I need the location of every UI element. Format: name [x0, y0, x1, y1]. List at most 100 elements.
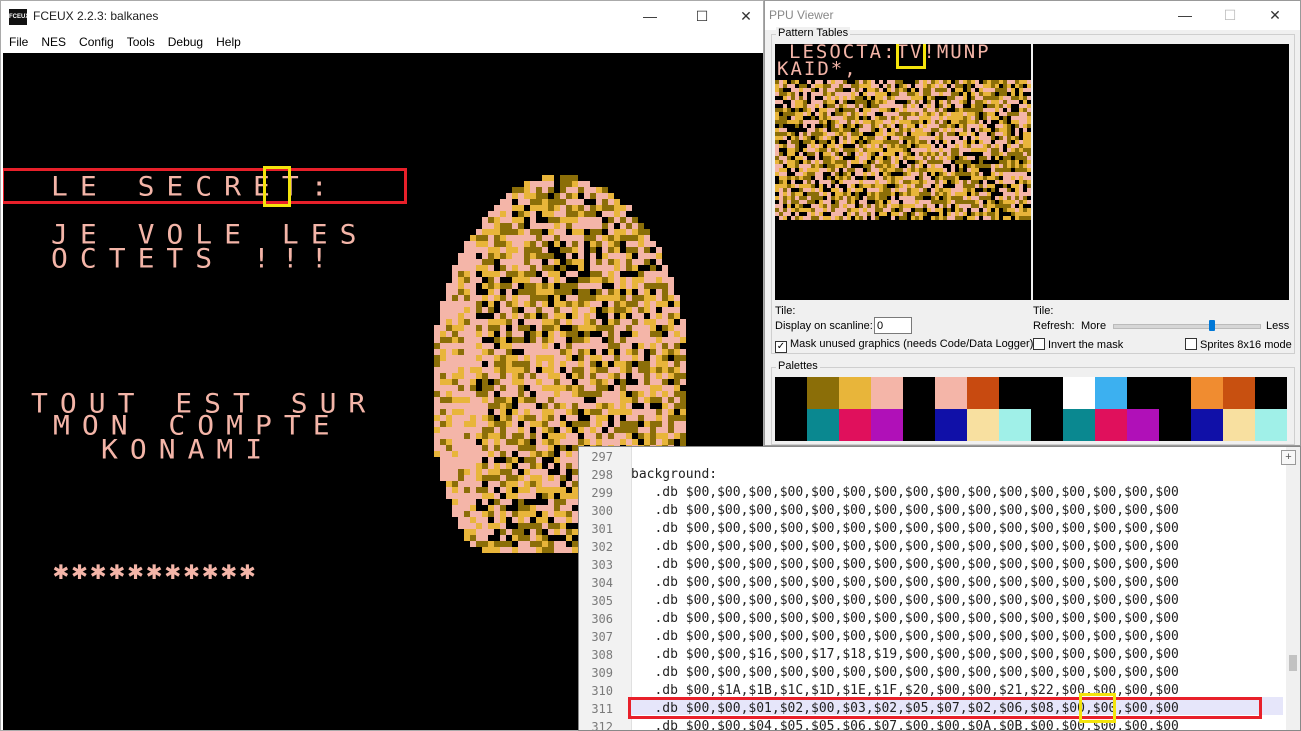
palette-swatch[interactable]	[839, 377, 871, 409]
line-number: 304	[591, 576, 613, 590]
refresh-slider-track[interactable]	[1113, 324, 1261, 329]
fceux-window-title: FCEUX 2.2.3: balkanes	[33, 9, 159, 23]
code-line[interactable]: .db $00,$00,$00,$00,$00,$00,$00,$00,$00,…	[631, 484, 1178, 502]
ppu-close-button[interactable]: ✕	[1252, 1, 1298, 30]
line-number: 300	[591, 504, 613, 518]
palette-swatch[interactable]	[1095, 409, 1127, 441]
palette-swatch[interactable]	[1031, 377, 1063, 409]
ppu-viewer-window: PPU Viewer — ☐ ✕ Pattern Tables LESOCTA:…	[764, 0, 1301, 446]
palette-swatch[interactable]	[903, 377, 935, 409]
palette-swatch[interactable]	[1063, 377, 1095, 409]
refresh-more-label: More	[1081, 320, 1107, 332]
menu-tools[interactable]: Tools	[122, 32, 160, 53]
palette-swatch[interactable]	[967, 377, 999, 409]
code-line[interactable]: .db $00,$00,$00,$00,$00,$00,$00,$00,$00,…	[631, 628, 1178, 646]
code-area[interactable]: background: .db $00,$00,$00,$00,$00,$00,…	[631, 447, 1286, 730]
palette-swatch[interactable]	[807, 409, 839, 441]
ppu-maximize-button[interactable]: ☐	[1207, 1, 1253, 30]
menu-debug[interactable]: Debug	[163, 32, 208, 53]
maximize-button[interactable]: ☐	[679, 1, 725, 32]
ppu-titlebar[interactable]: PPU Viewer — ☐ ✕	[765, 1, 1300, 30]
line-number: 311	[591, 702, 613, 716]
code-line[interactable]: .db $00,$00,$00,$00,$00,$00,$00,$00,$00,…	[631, 592, 1178, 610]
palette-swatch[interactable]	[1191, 377, 1223, 409]
code-line[interactable]: .db $00,$00,$00,$00,$00,$00,$00,$00,$00,…	[631, 538, 1178, 556]
palette-swatch[interactable]	[1191, 409, 1223, 441]
ppu-minimize-button[interactable]: —	[1162, 1, 1208, 30]
line-number: 308	[591, 648, 613, 662]
palette-swatch[interactable]	[935, 409, 967, 441]
menu-config[interactable]: Config	[74, 32, 119, 53]
expand-plus-button[interactable]: +	[1281, 450, 1296, 465]
palette-swatch[interactable]	[839, 409, 871, 441]
pattern-yellow-highlight-box	[896, 44, 926, 69]
pattern-table-0[interactable]: LESOCTA:TV!MUNP KAID*,	[775, 44, 1031, 300]
line-number: 297	[591, 450, 613, 464]
code-line[interactable]: .db $00,$00,$00,$00,$00,$00,$00,$00,$00,…	[631, 574, 1178, 592]
palette-swatch[interactable]	[1255, 409, 1287, 441]
palette-swatch[interactable]	[1255, 377, 1287, 409]
palette-swatch[interactable]	[1095, 377, 1127, 409]
palette-swatch[interactable]	[1063, 409, 1095, 441]
palette-swatch[interactable]	[1223, 377, 1255, 409]
invert-mask-check-icon	[1033, 338, 1045, 350]
sprites-8x16-checkbox[interactable]: Sprites 8x16 mode	[1185, 338, 1292, 351]
screen-stars: ✱✱✱✱✱✱✱✱✱✱✱	[53, 556, 259, 586]
code-line[interactable]: .db $00,$00,$16,$00,$17,$18,$19,$00,$00,…	[631, 646, 1178, 664]
palette-swatch[interactable]	[1223, 409, 1255, 441]
menu-file[interactable]: File	[4, 32, 33, 53]
sprites-8x16-check-icon	[1185, 338, 1197, 350]
pattern-table-1[interactable]	[1033, 44, 1289, 300]
palette-row-1[interactable]	[775, 377, 1287, 409]
palette-swatch[interactable]	[1031, 409, 1063, 441]
editor-scroll-thumb[interactable]	[1289, 655, 1297, 671]
palette-swatch[interactable]	[967, 409, 999, 441]
minimize-button[interactable]: —	[627, 1, 673, 32]
line-number: 309	[591, 666, 613, 680]
menu-help[interactable]: Help	[211, 32, 246, 53]
tile-left-label: Tile:	[775, 305, 796, 317]
palette-swatch[interactable]	[1159, 377, 1191, 409]
invert-mask-checkbox[interactable]: Invert the mask	[1033, 338, 1123, 351]
line-number: 305	[591, 594, 613, 608]
code-line[interactable]: .db $00,$00,$00,$00,$00,$00,$00,$00,$00,…	[631, 502, 1178, 520]
editor-vertical-scrollbar[interactable]	[1286, 447, 1300, 730]
line-number: 301	[591, 522, 613, 536]
invert-mask-label: Invert the mask	[1048, 339, 1124, 351]
palette-swatch[interactable]	[903, 409, 935, 441]
yellow-highlight-box	[263, 166, 291, 207]
code-editor[interactable]: 297 298 299 300 301 302 303 304 305 306 307 308 309 3…	[578, 446, 1301, 731]
code-line[interactable]: .db $00,$00,$00,$00,$00,$00,$00,$00,$00,…	[631, 556, 1178, 574]
palettes-label: Palettes	[776, 360, 820, 372]
palette-swatch[interactable]	[1159, 409, 1191, 441]
refresh-slider-thumb[interactable]	[1209, 320, 1216, 331]
palette-swatch[interactable]	[999, 409, 1031, 441]
palette-swatch[interactable]	[1127, 409, 1159, 441]
palette-swatch[interactable]	[807, 377, 839, 409]
palette-swatch[interactable]	[775, 409, 807, 441]
scanline-input[interactable]: 0	[874, 317, 912, 334]
fceux-menubar: File NES Config Tools Debug Help	[1, 32, 763, 53]
line-number: 310	[591, 684, 613, 698]
close-button[interactable]: ✕	[723, 1, 763, 32]
palette-swatch[interactable]	[871, 377, 903, 409]
palette-swatch[interactable]	[871, 409, 903, 441]
palette-swatch[interactable]	[1127, 377, 1159, 409]
palette-row-2[interactable]	[775, 409, 1287, 441]
palette-swatch[interactable]	[999, 377, 1031, 409]
menu-nes[interactable]: NES	[36, 32, 71, 53]
scanline-label: Display on scanline:	[775, 320, 873, 332]
mask-unused-checkbox[interactable]: ✓ Mask unused graphics (needs Code/Data L…	[775, 338, 1033, 353]
code-line[interactable]: background:	[631, 466, 717, 484]
line-number: 312	[591, 720, 613, 731]
pattern-tables-label: Pattern Tables	[776, 27, 851, 39]
tile-right-label: Tile:	[1033, 305, 1054, 317]
refresh-label: Refresh:	[1033, 320, 1075, 332]
fceux-titlebar[interactable]: FCEUX FCEUX 2.2.3: balkanes — ☐ ✕	[1, 1, 763, 32]
code-line[interactable]: .db $00,$00,$00,$00,$00,$00,$00,$00,$00,…	[631, 664, 1178, 682]
code-line[interactable]: .db $00,$00,$00,$00,$00,$00,$00,$00,$00,…	[631, 520, 1178, 538]
sprites-8x16-label: Sprites 8x16 mode	[1200, 339, 1292, 351]
palette-swatch[interactable]	[775, 377, 807, 409]
palette-swatch[interactable]	[935, 377, 967, 409]
code-line[interactable]: .db $00,$00,$00,$00,$00,$00,$00,$00,$00,…	[631, 610, 1178, 628]
